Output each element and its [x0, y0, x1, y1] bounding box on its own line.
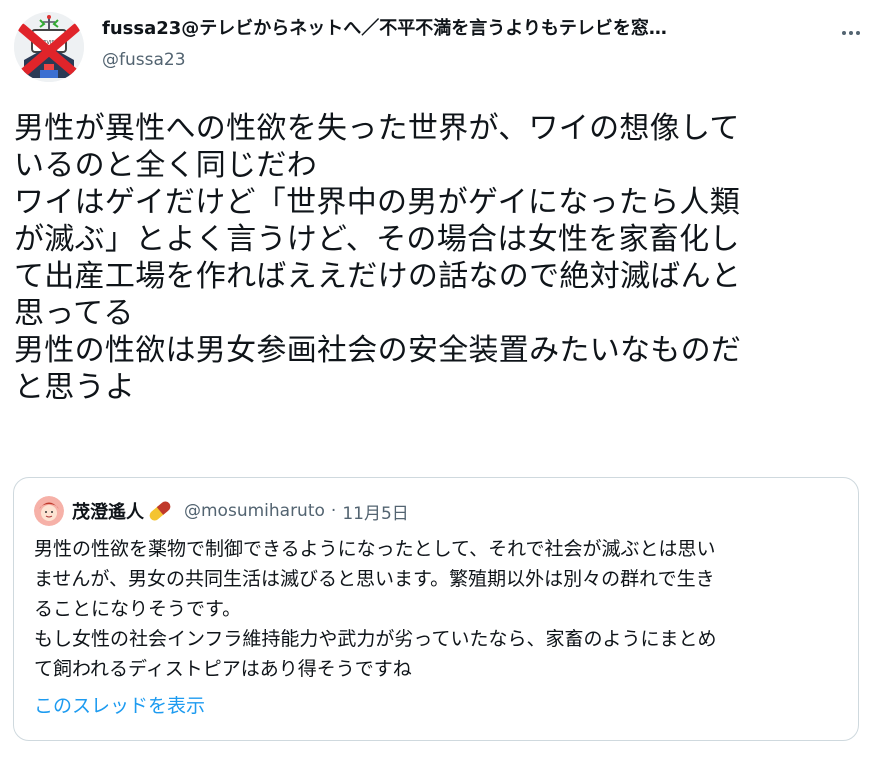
tweet-header: TELEVISION fussa23@テレビからネットへ／不平不満を言うよりもテ… [14, 12, 868, 84]
separator-dot: · [330, 501, 337, 521]
quoted-display-name[interactable]: 茂澄遙人 [72, 498, 144, 524]
quoted-avatar[interactable] [34, 496, 64, 526]
tweet-text-line: と思うよ [14, 370, 136, 405]
quoted-text-line: ませんが、男女の共同生活は滅びると思います。繁殖期以外は別々の群れで生き [34, 568, 715, 590]
tweet-text-line: 男性が異性への性欲を失った世界が、ワイの想像して [14, 111, 740, 146]
author-display-name[interactable]: fussa23@テレビからネットへ／不平不満を言うよりもテレビを窓… [102, 16, 802, 42]
show-thread-link[interactable]: このスレッドを表示 [34, 691, 205, 721]
tweet-text-line: ワイはゲイだけど「世界中の男がゲイになったら人類 [14, 185, 740, 220]
quoted-handle[interactable]: @mosumiharuto [184, 501, 325, 521]
author-names: fussa23@テレビからネットへ／不平不満を言うよりもテレビを窓… @fuss… [102, 16, 822, 73]
tweet-text-line: いるのと全く同じだわ [14, 148, 317, 183]
quoted-text-line: ることになりそうです。 [34, 598, 242, 620]
face-avatar-icon [34, 496, 64, 526]
author-handle[interactable]: @fussa23 [102, 47, 822, 73]
more-icon [842, 31, 860, 35]
tweet-text: 男性が異性への性欲を失った世界が、ワイの想像して いるのと全く同じだわ ワイはゲ… [14, 110, 854, 406]
tweet-text-line: が滅ぶ」とよく言うけど、その場合は女性を家畜化し [14, 222, 740, 257]
quoted-tweet-card[interactable]: 茂澄遙人 @mosumiharuto · 11月5日 男性の性欲を薬物で制御でき… [13, 477, 859, 741]
quoted-text-line: 男性の性欲を薬物で制御できるようになったとして、それで社会が滅ぶとは思い [34, 538, 716, 560]
quoted-text-line: て飼われるディストピアはあり得そうですね [34, 658, 412, 680]
quoted-date[interactable]: 11月5日 [342, 499, 408, 524]
quoted-tweet-header: 茂澄遙人 @mosumiharuto · 11月5日 [34, 496, 409, 526]
no-tv-tower-icon: TELEVISION [14, 12, 84, 82]
quoted-text-line: もし女性の社会インフラ維持能力や武力が劣っていたなら、家畜のようにまとめ [34, 628, 717, 650]
tweet: TELEVISION fussa23@テレビからネットへ／不平不満を言うよりもテ… [0, 0, 882, 767]
avatar[interactable]: TELEVISION [14, 12, 84, 82]
quoted-tweet-text: 男性の性欲を薬物で制御できるようになったとして、それで社会が滅ぶとは思い ません… [34, 534, 854, 684]
pill-icon [149, 501, 171, 521]
tweet-text-line: て出産工場を作ればええだけの話なので絶対滅ばんと [14, 259, 742, 294]
tweet-text-line: 思ってる [14, 296, 134, 331]
tweet-text-line: 男性の性欲は男女参画社会の安全装置みたいなものだ [14, 333, 742, 368]
more-options-button[interactable] [834, 16, 868, 50]
